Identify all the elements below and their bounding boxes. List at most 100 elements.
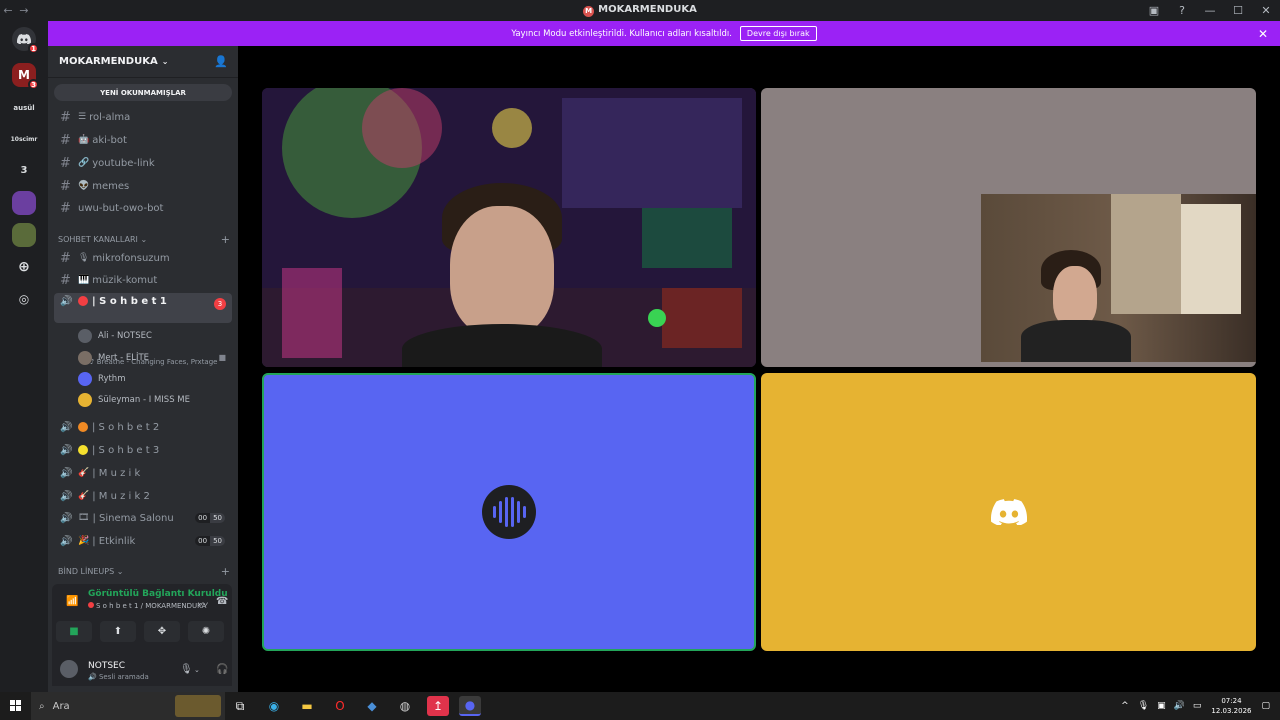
camera-button[interactable]: ■ [56, 621, 92, 642]
server-header[interactable]: MOKARMENDUKA ⌄ 👤 [48, 46, 238, 78]
voice-user[interactable]: Ali - NOTSEC [78, 326, 232, 345]
microphone-icon[interactable]: 🎙 [1138, 701, 1149, 711]
steam-icon[interactable]: ◍ [394, 696, 416, 716]
headphones-icon[interactable]: 🎧 [216, 664, 228, 675]
voice-user[interactable]: Mert - ELİTE ■ [78, 348, 232, 367]
server-icon-purple[interactable] [12, 191, 36, 215]
search-icon: ⌕ [39, 700, 45, 712]
unread-badge: 1 [28, 43, 39, 54]
avatar [78, 350, 92, 365]
discord-logo-icon [982, 485, 1036, 539]
add-server-icon[interactable]: ⊕ [12, 255, 36, 279]
network-icon[interactable]: ▭ [1193, 701, 1202, 711]
edge-icon[interactable]: ◉ [263, 696, 285, 716]
avatar [78, 328, 92, 343]
task-view-icon[interactable]: ⧉ [229, 696, 251, 716]
user-panel: NOTSEC 🔊 Sesli aramada 🎙 ⌄ 🎧 ⚙ [52, 650, 263, 686]
direct-messages-icon[interactable]: 1 [12, 27, 39, 54]
category-bind-lineups[interactable]: BİND LİNEUPS ⌄ + [58, 564, 230, 578]
server-icon-3[interactable]: 3 [12, 158, 36, 182]
windows-start-icon[interactable] [10, 700, 22, 712]
inbox-icon[interactable]: ▣ [1140, 4, 1168, 17]
channel-muzik-komut[interactable]: # 🎹 müzik-komut [54, 270, 232, 290]
server-icon-mokarmenduka[interactable]: M 3 [12, 63, 39, 90]
channel-mikrofonsuzum[interactable]: # 🎙 mikrofonsuzum [54, 248, 232, 268]
soundboard-button[interactable]: ✺ [188, 621, 224, 642]
activities-button[interactable]: ✥ [144, 621, 180, 642]
voice-user[interactable]: Rythm [78, 369, 232, 388]
noise-suppression-icon[interactable]: 〰 [198, 596, 208, 611]
title-bar: ← → M MOKARMENDUKA ▣ ? — ☐ ✕ [0, 0, 1280, 21]
close-window-button[interactable]: ✕ [1252, 4, 1280, 17]
forward-arrow-icon[interactable]: → [16, 4, 32, 17]
streamer-mode-notice: Yayıncı Modu etkinleştirildi. Kullanıcı … [48, 21, 1280, 46]
voice-channel-sinema-salonu[interactable]: 🔊 🎞 | Sinema Salonu 00 50 [54, 508, 232, 528]
microphone-icon[interactable]: 🎙 [180, 664, 193, 675]
chevron-up-icon[interactable]: ^ [1121, 701, 1129, 711]
server-logo-icon: M [583, 6, 595, 17]
discover-icon[interactable]: ◎ [12, 287, 36, 311]
voice-channel-sohbet1[interactable]: 🔊 | S o h b e t 1 3 [54, 293, 232, 323]
system-tray: ^ 🎙 ▣ 🔊 ▭ 07:24 12.03.2026 ▢ [1116, 692, 1280, 720]
voice-channel-label[interactable]: S o h b e t 1 / MOKARMENDUKA [88, 602, 206, 610]
channel-uwu-but-owo-bot[interactable]: # uwu-but-owo-bot [54, 198, 232, 218]
chevron-down-icon[interactable]: ⌄ [194, 666, 200, 674]
channel-memes[interactable]: # 👽 memes [54, 176, 232, 196]
status-dot [78, 445, 88, 455]
speaker-icon: 🔊 [60, 512, 73, 524]
user-limit-badge: 00 50 [195, 513, 225, 523]
guitar-icon: 🎸 [78, 468, 90, 478]
disable-streamer-mode-button[interactable]: Devre dışı bırak [739, 26, 817, 41]
minimize-button[interactable]: — [1196, 4, 1224, 17]
video-tile-rythm[interactable] [262, 373, 756, 651]
channel-aki-bot[interactable]: # 🤖 aki-bot [54, 130, 232, 150]
app-icon[interactable]: ◆ [361, 696, 383, 716]
maximize-button[interactable]: ☐ [1224, 4, 1252, 17]
video-tile-ali[interactable] [262, 88, 756, 367]
volume-icon[interactable]: 🔊 [1174, 701, 1185, 711]
discord-taskbar-icon[interactable]: ● [459, 696, 481, 716]
voice-user[interactable]: Süleyman - I MISS ME [78, 390, 232, 409]
channel-youtube-link[interactable]: # 🔗 youtube-link [54, 153, 232, 173]
voice-channel-sohbet2[interactable]: 🔊 | S o h b e t 2 [54, 417, 232, 437]
video-camera-icon: ■ [218, 353, 226, 362]
window-title: M MOKARMENDUKA [0, 4, 1280, 17]
voice-channel-muzik2[interactable]: 🔊 🎸 | M u z i k 2 [54, 486, 232, 506]
signal-icon[interactable]: 📶 [66, 596, 78, 607]
add-channel-icon[interactable]: + [221, 565, 230, 578]
notifications-icon[interactable]: ▢ [1261, 701, 1270, 711]
back-arrow-icon[interactable]: ← [0, 4, 16, 17]
help-icon[interactable]: ? [1168, 4, 1196, 17]
channel-rol-alma[interactable]: # ☰ rol-alma [54, 107, 232, 127]
video-tile-mert[interactable] [761, 88, 1256, 367]
clock[interactable]: 07:24 12.03.2026 [1211, 696, 1251, 716]
video-tile-suleyman[interactable] [761, 373, 1256, 651]
app-icon-red[interactable]: ↥ [427, 696, 449, 716]
disconnect-icon[interactable]: ☎ [216, 596, 228, 607]
hash-icon: # [60, 178, 71, 194]
person-face [450, 206, 554, 336]
file-explorer-icon[interactable]: ▬ [296, 696, 318, 716]
taskbar-search[interactable]: ⌕ Ara [31, 692, 225, 720]
chevron-down-icon: ⌄ [116, 566, 124, 576]
app-tray-icon[interactable]: ▣ [1157, 701, 1166, 711]
video-grid [238, 46, 1280, 692]
opera-icon[interactable]: O [329, 696, 351, 716]
username[interactable]: NOTSEC [88, 661, 125, 671]
screen-share-button[interactable]: ⬆ [100, 621, 136, 642]
voice-channel-sohbet3[interactable]: 🔊 | S o h b e t 3 [54, 440, 232, 460]
avatar[interactable] [60, 660, 78, 678]
user-status: 🔊 Sesli aramada [88, 673, 149, 681]
category-sohbet-kanallari[interactable]: SOHBET KANALLARI ⌄ + [58, 232, 230, 246]
new-unreads-pill[interactable]: YENİ OKUNMAMIŞLAR [54, 84, 232, 101]
status-dot [78, 296, 88, 306]
voice-channel-etkinlik[interactable]: 🔊 🎉 | Etkinlik 00 50 [54, 531, 232, 551]
voice-channel-muzik[interactable]: 🔊 🎸 | M u z i k [54, 463, 232, 483]
close-icon[interactable]: ✕ [1258, 27, 1268, 41]
invite-people-icon[interactable]: 👤 [214, 55, 228, 68]
party-icon: 🎉 [78, 536, 90, 546]
server-icon-green[interactable] [12, 223, 36, 247]
server-icon-ausul[interactable]: ausül [12, 96, 36, 120]
add-channel-icon[interactable]: + [221, 233, 230, 246]
server-icon-10scimr[interactable]: 10scimr [11, 127, 38, 151]
